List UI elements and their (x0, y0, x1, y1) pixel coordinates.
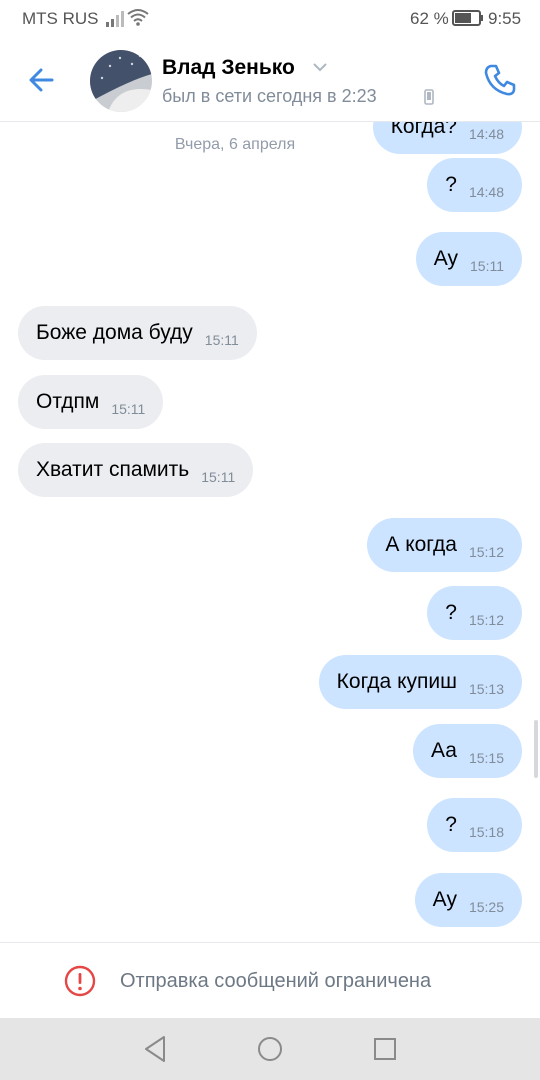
message-time: 15:11 (201, 469, 236, 485)
message-text: Отдпм (36, 390, 100, 413)
restricted-notice: Отправка сообщений ограничена (0, 942, 540, 1018)
contact-status: был в сети сегодня в 2:23 (162, 86, 377, 106)
message-bubble[interactable]: А когда 15:12 (367, 518, 522, 572)
message-bubble[interactable]: ? 15:12 (427, 586, 522, 640)
nav-back-icon[interactable] (142, 1034, 168, 1064)
message-time: 15:25 (468, 899, 504, 915)
message-text: Ау (432, 888, 457, 911)
battery-percent: 62 % (410, 9, 449, 28)
message-bubble[interactable]: ? 14:48 (427, 158, 522, 212)
chat-header: Влад Зенько был в сети сегодня в 2:23 (0, 38, 540, 122)
chevron-down-icon[interactable] (312, 62, 328, 72)
message-time: 15:15 (468, 750, 504, 766)
phone-icon[interactable] (480, 60, 520, 100)
restricted-notice-label: Отправка сообщений ограничена (120, 970, 432, 992)
message-text: ? (445, 173, 457, 196)
message-time: 14:48 (468, 184, 504, 200)
mobile-device-icon (424, 89, 434, 105)
message-time: 15:12 (468, 612, 504, 628)
scrollbar[interactable] (534, 720, 538, 778)
message-bubble[interactable]: Отдпм 15:11 (18, 375, 164, 429)
clock: 9:55 (488, 9, 522, 28)
system-nav-bar (0, 1018, 540, 1080)
message-text: Хватит спамить (36, 458, 190, 481)
message-bubble[interactable]: Когда купиш 15:13 (318, 655, 522, 709)
signal-icon (106, 11, 124, 27)
warning-icon (64, 965, 96, 997)
contact-name[interactable]: Влад Зенько (162, 56, 295, 80)
message-time: 15:18 (468, 824, 504, 840)
avatar[interactable] (90, 50, 152, 112)
message-text: А когда (385, 533, 457, 556)
message-time: 15:11 (470, 258, 504, 274)
status-bar: MTS RUS 62 % 9:55 (0, 0, 540, 38)
message-text: Когда купиш (336, 670, 457, 693)
message-list[interactable]: Когда? 14:48 Вчера, 6 апреля ? 14:48 Ау … (0, 122, 540, 942)
message-bubble[interactable]: Аа 15:15 (413, 724, 522, 778)
message-text: Аа (431, 739, 457, 762)
date-separator: Вчера, 6 апреля (0, 136, 540, 154)
message-bubble[interactable]: ? 15:18 (427, 798, 522, 852)
message-bubble[interactable]: Ау 15:25 (414, 873, 522, 927)
message-time: 15:13 (468, 681, 504, 697)
message-time: 15:11 (111, 401, 146, 417)
nav-recents-icon[interactable] (372, 1034, 398, 1064)
date-separator-label: Вчера, 6 апреля (174, 136, 296, 153)
message-time: 15:11 (204, 332, 239, 348)
message-text: ? (445, 601, 457, 624)
nav-home-icon[interactable] (256, 1034, 284, 1064)
battery-icon (452, 10, 483, 26)
message-bubble[interactable]: Хватит спамить 15:11 (18, 443, 254, 497)
wifi-icon (127, 9, 149, 26)
back-arrow-icon[interactable] (22, 60, 62, 100)
message-bubble[interactable]: Боже дома буду 15:11 (18, 306, 257, 360)
message-text: Ау (433, 247, 458, 270)
message-text: ? (445, 813, 457, 836)
message-text: Боже дома буду (36, 321, 193, 344)
message-time: 15:12 (468, 544, 504, 560)
carrier-name: MTS RUS (22, 9, 99, 28)
message-bubble[interactable]: Ау 15:11 (415, 232, 522, 286)
